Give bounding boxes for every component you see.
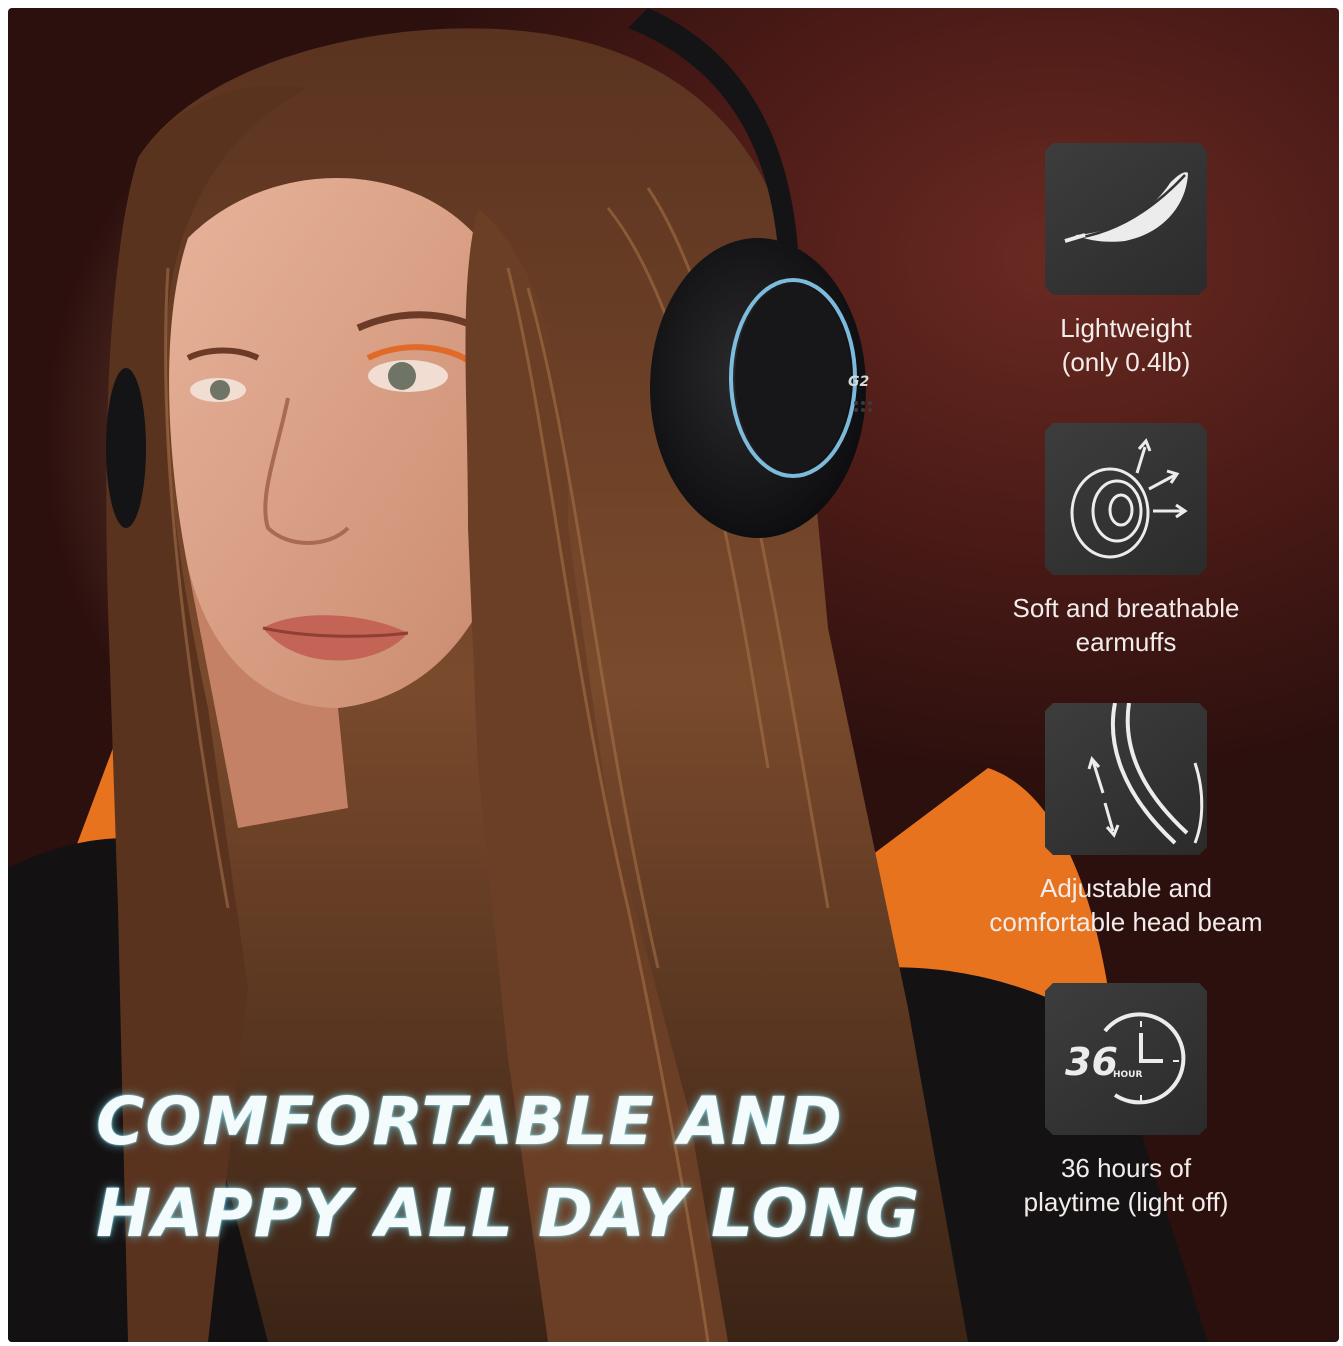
playtime-unit: HOUR bbox=[1113, 1070, 1142, 1080]
playtime-number: 36 bbox=[1065, 1040, 1118, 1084]
feature-caption: Soft and breathable earmuffs bbox=[1012, 593, 1240, 657]
feature-caption: 36 hours of playtime (light off) bbox=[1023, 1153, 1229, 1217]
headline: COMFORTABLE AND HAPPY ALL DAY LONG bbox=[96, 1076, 920, 1260]
head-beam-icon bbox=[1045, 703, 1207, 855]
feature-earmuffs: Soft and breathable earmuffs bbox=[968, 423, 1284, 673]
playtime-clock-icon: 36 HOUR bbox=[1045, 983, 1207, 1135]
feature-playtime: 36 HOUR 36 hours of playtime (light off) bbox=[968, 983, 1284, 1233]
headline-line-2: HAPPY ALL DAY LONG bbox=[96, 1175, 921, 1252]
earmuff-icon bbox=[1045, 423, 1207, 575]
feather-icon bbox=[1045, 143, 1207, 295]
headphone-badge: G2 bbox=[848, 374, 869, 390]
feature-caption: Adjustable and comfortable head beam bbox=[989, 873, 1263, 937]
product-banner: G2 COMFORTABLE AND HAPPY ALL DAY LONG Li… bbox=[8, 8, 1339, 1342]
feature-head-beam: Adjustable and comfortable head beam bbox=[968, 703, 1284, 953]
feature-lightweight: Lightweight (only 0.4lb) bbox=[968, 143, 1284, 393]
feature-caption: Lightweight (only 0.4lb) bbox=[1060, 313, 1192, 377]
headline-line-1: COMFORTABLE AND bbox=[96, 1083, 843, 1160]
